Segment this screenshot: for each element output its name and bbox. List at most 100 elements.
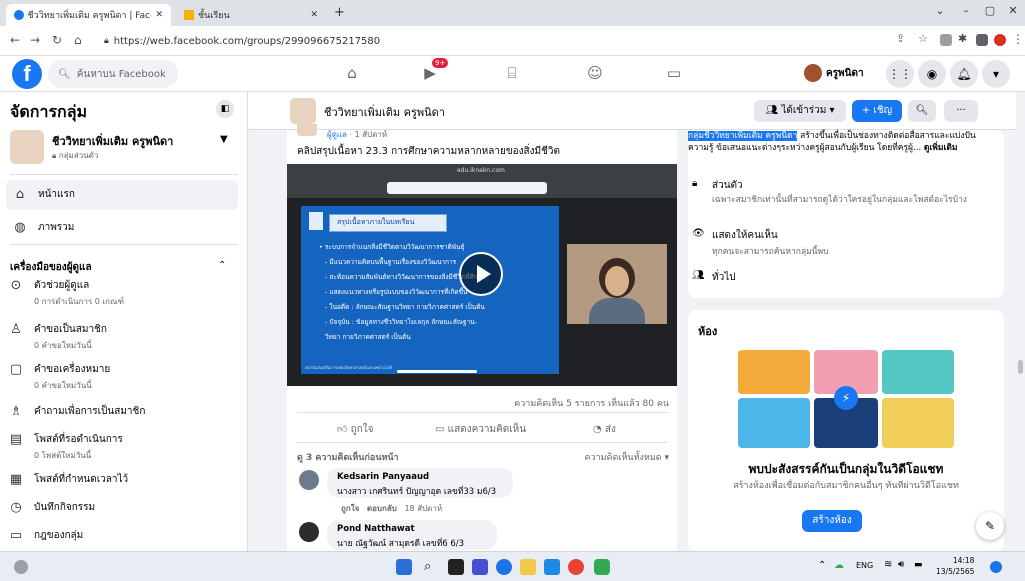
task-view-icon[interactable] [448,559,464,575]
profile-name: ครูพนิดา [826,67,864,79]
maximize-button[interactable]: ▢ [978,4,1002,20]
notification-badge: 9+ [432,58,449,68]
search-icon: 🔍︎ [58,68,71,80]
facebook-header: f 🔍︎ ค้นหาบน Facebook ⌂ ▶ 9+ ⌸ ☺ ▭ ครูพน… [0,56,1025,92]
sidebar-item-group-rules[interactable]: ▭ กฎของกลุ่ม [6,528,238,543]
browser-tab-classroom[interactable]: ชั้นเรียน ✕ [176,4,326,26]
like-button[interactable]: 👍︎ ถูกใจ [337,422,374,437]
more-options-icon[interactable]: ··· [944,100,978,122]
sidebar-item-label: ภาพรวม [38,222,75,233]
battery-icon[interactable]: ▬ [914,560,923,570]
windows-taskbar: ⌕ ⌃ ☁︎ ENG ≋ 🔊︎ ▬ 14:18 13/5/2565 [0,551,1025,581]
sidebar-item-home[interactable]: ⌂ หน้าแรก [6,180,238,210]
side-panel-icon[interactable] [976,34,988,46]
clock[interactable]: 14:18 13/5/2565 [936,555,974,577]
store-icon[interactable] [544,559,560,575]
comment-time[interactable]: 18 สัปดาห์ [404,504,442,513]
video-player[interactable]: edu.iknakn.com สรุปเนื้อหาภายในบทเรียน •… [287,164,677,386]
sidebar-item-sub: 0 คำขอใหม่วันนี้ [34,381,92,390]
home-nav-icon[interactable]: ⌂ [340,64,364,84]
input-language[interactable]: ENG [856,561,873,570]
search-input[interactable]: 🔍︎ ค้นหาบน Facebook [48,60,178,88]
scrollbar-thumb[interactable] [1018,360,1023,374]
close-window-button[interactable]: ✕ [1001,4,1025,20]
url-field[interactable]: 🔒︎ https://web.facebook.com/groups/29909… [104,31,824,51]
collapse-sidebar-icon[interactable]: ◧ [216,100,234,118]
close-tab-icon[interactable]: ✕ [310,10,318,20]
privacy-title: ส่วนตัว [712,180,743,191]
sidebar-item-overview[interactable]: ◍ ภาพรวม [6,216,238,242]
comment-reply-link[interactable]: ตอบกลับ [367,504,397,513]
gaming-nav-icon[interactable]: ▭ [662,64,686,84]
start-windows-icon[interactable] [396,559,412,575]
sidebar-item-member-requests[interactable]: ♙ คำขอเป็นสมาชิก 0 คำขอใหม่วันนี้ [6,322,238,352]
tray-chevron-icon[interactable]: ⌃ [818,560,826,571]
weather-widget-icon[interactable] [14,560,28,574]
page-scrollbar[interactable] [1016,92,1025,551]
extension-icon[interactable] [940,34,952,46]
volume-icon[interactable]: 🔊︎ [898,559,904,570]
comment-like-link[interactable]: ถูกใจ [341,504,359,513]
bookmark-star-icon[interactable]: ☆ [918,32,930,45]
menu-dots-icon[interactable]: ⋮ [1012,32,1024,46]
tab-search-icon[interactable]: ⌄ [928,4,952,20]
notification-center-icon[interactable] [990,561,1002,573]
sidebar-item-label: ตัวช่วยผู้ดูแล [34,280,90,291]
browser-tab-bar: ชีววิทยาเพิ่มเติม ครูพนิดา | Facebook ✕ … [0,0,1025,26]
sidebar-divider [10,174,238,175]
back-arrow-icon[interactable]: ← [10,33,20,47]
chrome-icon[interactable] [568,559,584,575]
facebook-logo-icon[interactable]: f [12,59,42,89]
post-stats[interactable]: ความคิดเห็น 5 รายการ เห็นแล้ว 80 คน [514,396,669,410]
chevron-up-icon[interactable]: ⌃ [218,260,226,271]
sidebar-item-badge-requests[interactable]: ▢ คำขอเครื่องหมาย 0 คำขอใหม่วันนี้ [6,362,238,392]
view-previous-comments-link[interactable]: ดู 3 ความคิดเห็นก่อนหน้า [297,450,399,464]
sidebar-item-label: หน้าแรก [38,189,75,200]
comment-button[interactable]: ▭ แสดงความคิดเห็น [435,422,526,437]
teams-chat-icon[interactable] [472,559,488,575]
invite-button[interactable]: + เชิญ [852,100,902,122]
comment-author[interactable]: Kedsarin Panyaaud [337,472,503,482]
edge-browser-icon[interactable] [496,559,512,575]
line-app-icon[interactable] [594,559,610,575]
sidebar-item-activity-log[interactable]: ◷ บันทึกกิจกรรม [6,500,238,515]
search-group-icon[interactable]: 🔍︎ [908,100,936,122]
cloud-icon[interactable]: ☁︎ [834,560,844,571]
minimize-button[interactable]: – [954,4,978,20]
marketplace-nav-icon[interactable]: ⌸ [500,64,524,84]
wifi-icon[interactable]: ≋ [884,559,892,570]
groups-nav-icon[interactable]: ☺ [583,64,607,84]
search-taskbar-icon[interactable]: ⌕ [424,559,440,575]
sidebar-item-membership-questions[interactable]: ♗ คำถามเพื่อการเป็นสมาชิก [6,404,238,419]
sidebar-item-scheduled-posts[interactable]: ▦ โพสต์ที่กำหนดเวลาไว้ [6,472,238,487]
notifications-bell-icon[interactable]: 🔔︎ [950,60,978,88]
new-tab-button[interactable]: + [334,5,345,20]
profile-chip[interactable]: ครูพนิดา [804,64,864,82]
sidebar-item-pending-posts[interactable]: ▤ โพสต์ที่รอดำเนินการ 0 โพสต์ใหม่วันนี้ [6,432,238,462]
file-explorer-icon[interactable] [520,559,536,575]
forward-arrow-icon[interactable]: → [30,33,40,47]
send-button[interactable]: ◔ ส่ง [593,422,616,437]
sidebar-item-label: โพสต์ที่กำหนดเวลาไว้ [34,474,129,485]
create-room-button[interactable]: สร้างห้อง [802,510,862,532]
reload-icon[interactable]: ↻ [52,33,62,47]
account-dropdown-icon[interactable]: ▾ [982,60,1010,88]
share-icon[interactable]: ⇪ [896,32,908,45]
profile-icon[interactable] [994,34,1006,46]
sidebar-item-admin-assist[interactable]: ⊙ ตัวช่วยผู้ดูแล 0 การดำเนินการ 0 เกณฑ์ [6,278,238,308]
puzzle-icon[interactable]: ✱ [958,32,970,45]
see-more-link[interactable]: ดูเพิ่มเติม [924,143,958,153]
compose-message-icon[interactable]: ✎ [976,512,1004,540]
video-progress-bar[interactable] [397,370,477,373]
watch-nav-icon[interactable]: ▶ 9+ [418,58,449,84]
play-button-icon[interactable] [459,252,503,296]
messenger-icon[interactable]: ◉ [918,60,946,88]
comment-sort-dropdown[interactable]: ความคิดเห็นทั้งหมด ▾ [584,450,669,464]
menu-grid-icon[interactable]: ⋮⋮ [886,60,914,88]
browser-tab-facebook[interactable]: ชีววิทยาเพิ่มเติม ครูพนิดา | Facebook ✕ [6,4,171,26]
close-tab-icon[interactable]: ✕ [155,10,163,20]
group-switcher[interactable]: ชีววิทยาเพิ่มเติม ครูพนิดา 🔒︎ กลุ่มส่วนต… [10,130,238,166]
comment-author[interactable]: Pond Natthawat [337,524,487,534]
joined-button[interactable]: 👥︎ ได้เข้าร่วม ▾ [754,100,846,122]
home-icon[interactable]: ⌂ [74,33,82,47]
